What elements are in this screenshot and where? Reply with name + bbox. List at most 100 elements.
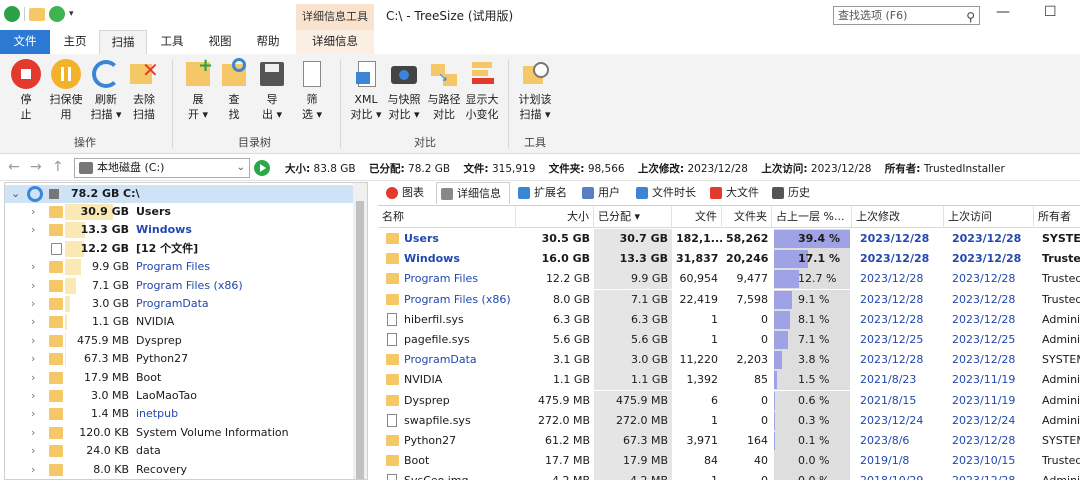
stop-button[interactable]: 停 止 [8, 58, 44, 122]
expand-button[interactable]: + 展 开 ▾ [180, 57, 216, 122]
show-size-change-button[interactable]: 显示大 小变化 [462, 58, 502, 122]
pause-button[interactable]: 扫保使 用 [46, 58, 86, 122]
tree-item[interactable]: › 7.1 GB Program Files (x86) [5, 277, 355, 295]
table-row[interactable]: Users 30.5 GB 30.7 GB 182,1... 58,262 39.4 % 2… [378, 229, 1080, 249]
tab-help[interactable]: 帮助 [245, 30, 291, 54]
chevron-right-icon[interactable]: › [31, 350, 35, 368]
tab-history[interactable]: 历史 [768, 182, 820, 204]
refresh-scan-button[interactable]: 刷新 扫描 ▾ [86, 58, 126, 122]
up-arrow-icon[interactable]: ↑ [52, 159, 64, 175]
tree-item[interactable]: › 475.9 MB Dysprep [5, 332, 355, 350]
tree-item[interactable]: › 1.4 MB inetpub [5, 405, 355, 423]
tab-extensions[interactable]: 扩展名 [514, 182, 576, 204]
scrollbar-thumb[interactable] [356, 201, 364, 479]
tab-file[interactable]: 文件 [0, 30, 50, 54]
table-row[interactable]: swapfile.sys 272.0 MB 272.0 MB 1 0 0.3 % 2023/… [378, 410, 1080, 431]
chevron-right-icon[interactable]: › [31, 258, 35, 276]
folder-tree[interactable]: ⌄ 78.2 GB C:\ › 30.9 GB Users › 13.3 GB Windo… [4, 182, 368, 480]
cell-allocated: 272.0 MB [594, 410, 672, 431]
maximize-button[interactable]: ☐ [1044, 4, 1057, 20]
tab-file-age[interactable]: 文件时长 [632, 182, 704, 204]
tree-root[interactable]: ⌄ 78.2 GB C:\ [5, 185, 355, 203]
back-arrow-icon[interactable]: ← [8, 159, 20, 175]
column-header-owner[interactable]: 所有者 [1034, 206, 1080, 228]
collapse-icon[interactable]: ⌄ [11, 185, 20, 203]
table-row[interactable]: hiberfil.sys 6.3 GB 6.3 GB 1 0 8.1 % 2023/12/2… [378, 309, 1080, 330]
tree-item[interactable]: › 17.9 MB Boot [5, 369, 355, 387]
tree-scrollbar[interactable] [353, 183, 367, 479]
chevron-right-icon[interactable]: › [31, 442, 35, 460]
chevron-right-icon[interactable]: › [31, 369, 35, 387]
chevron-right-icon[interactable]: › [31, 295, 35, 313]
refresh-scan-icon[interactable] [49, 6, 65, 22]
table-row[interactable]: Program Files (x86) 8.0 GB 7.1 GB 22,419 7,5… [378, 289, 1080, 310]
chevron-right-icon[interactable]: › [31, 277, 35, 295]
chevron-right-icon[interactable]: › [31, 313, 35, 331]
column-header-size[interactable]: 大小 [516, 206, 594, 228]
tab-details[interactable]: 详细信息 [296, 30, 374, 54]
chevron-down-icon[interactable]: ⌄ [237, 159, 245, 177]
table-row[interactable]: Dysprep 475.9 MB 475.9 MB 6 0 0.6 % 2021/8/15 2… [378, 390, 1080, 411]
chevron-right-icon[interactable]: › [31, 203, 35, 221]
find-button[interactable]: 查 找 [216, 58, 252, 122]
remove-scan-button[interactable]: ✕ 去除 扫描 [126, 58, 162, 122]
column-header-folders[interactable]: 文件夹 [722, 206, 772, 228]
chevron-right-icon[interactable]: › [31, 221, 35, 239]
tab-scan[interactable]: 扫描 [99, 30, 147, 54]
table-row[interactable]: NVIDIA 1.1 GB 1.1 GB 1,392 85 1.5 % 2021/8/23 2… [378, 370, 1080, 391]
column-header-allocated[interactable]: 已分配 ▾ [594, 206, 672, 228]
chevron-right-icon[interactable]: › [31, 332, 35, 350]
export-button[interactable]: 导 出 ▾ [254, 58, 290, 122]
tab-large-files[interactable]: 大文件 [706, 182, 766, 204]
schedule-scan-button[interactable]: 计划该 扫描 ▾ [514, 58, 556, 122]
tree-item[interactable]: › 3.0 GB ProgramData [5, 295, 355, 313]
chevron-right-icon[interactable]: › [31, 405, 35, 423]
customize-qat-icon[interactable]: ▾ [69, 9, 74, 19]
tree-item[interactable]: › 67.3 MB Python27 [5, 350, 355, 368]
tab-chart[interactable]: 图表 [382, 182, 434, 204]
table-row[interactable]: SysCeo.img4.2 MB4.2 MB100.0 %2018/10/292… [378, 471, 1080, 480]
search-icon[interactable]: ⚲ [966, 9, 975, 26]
chevron-right-icon[interactable]: › [31, 387, 35, 405]
tree-item[interactable]: › 30.9 GB Users [5, 203, 355, 221]
cell-allocated: 9.9 GB [594, 269, 672, 290]
tree-item[interactable]: › 1.1 GB NVIDIA [5, 313, 355, 331]
minimize-button[interactable]: — [996, 4, 1010, 20]
tab-users[interactable]: 用户 [578, 182, 630, 204]
tree-item[interactable]: › 120.0 KB System Volume Information [5, 424, 355, 442]
tree-item[interactable]: › 13.3 GB Windows [5, 221, 355, 239]
tab-tools[interactable]: 工具 [149, 30, 195, 54]
tab-details-view[interactable]: 详细信息 [436, 182, 510, 204]
column-header-files[interactable]: 文件 [672, 206, 722, 228]
table-row[interactable]: ProgramData 3.1 GB 3.0 GB 11,220 2,203 3.8 % 2… [378, 350, 1080, 371]
xml-compare-button[interactable]: XML 对比 ▾ [348, 58, 384, 122]
column-header-name[interactable]: 名称 [378, 206, 516, 228]
forward-arrow-icon[interactable]: → [30, 159, 42, 175]
search-options-input[interactable]: 查找选项 (F6) ⚲ [833, 6, 980, 25]
tree-item[interactable]: › 3.0 MB LaoMaoTao [5, 387, 355, 405]
folder-open-icon[interactable] [29, 7, 45, 21]
tree-item[interactable]: 12.2 GB [12 个文件] [5, 240, 355, 258]
tree-item[interactable]: › 9.9 GB Program Files [5, 258, 355, 276]
table-row[interactable]: Python27 61.2 MB 67.3 MB 3,971 164 0.1 % 2023/… [378, 431, 1080, 451]
tree-item[interactable]: › 8.0 KB Recovery [5, 461, 355, 479]
column-header-percent-parent[interactable]: 占上一层 %... [772, 206, 852, 228]
table-row[interactable]: Boot 17.7 MB 17.9 MB 84 40 0.0 % 2019/1/8 2023/… [378, 451, 1080, 472]
cell-last-accessed: 2023/12/28 [952, 434, 1016, 447]
filter-button[interactable]: 筛 选 ▾ [294, 58, 330, 122]
tab-view[interactable]: 视图 [197, 30, 243, 54]
chevron-right-icon[interactable]: › [31, 424, 35, 442]
path-compare-button[interactable]: ↘ 与路径 对比 [424, 58, 464, 122]
table-row[interactable]: pagefile.sys 5.6 GB 5.6 GB 1 0 7.1 % 2023/12/2… [378, 330, 1080, 350]
snapshot-compare-button[interactable]: 与快照 对比 ▾ [384, 58, 424, 122]
tree-item[interactable]: › 24.0 KB data [5, 442, 355, 460]
table-row[interactable]: Windows 16.0 GB 13.3 GB 31,837 20,246 17.1 % 2… [378, 249, 1080, 270]
chevron-right-icon[interactable]: › [31, 461, 35, 479]
drive-selector[interactable]: 本地磁盘 (C:) ⌄ [74, 158, 250, 178]
table-row[interactable]: Program Files 12.2 GB 9.9 GB 60,954 9,477 12.… [378, 269, 1080, 290]
column-header-last-modified[interactable]: 上次修改 [852, 206, 944, 228]
start-scan-icon[interactable] [254, 160, 270, 176]
tab-home[interactable]: 主页 [52, 30, 98, 54]
column-header-last-accessed[interactable]: 上次访问 [944, 206, 1034, 228]
cell-size: 12.2 GB [545, 272, 590, 286]
